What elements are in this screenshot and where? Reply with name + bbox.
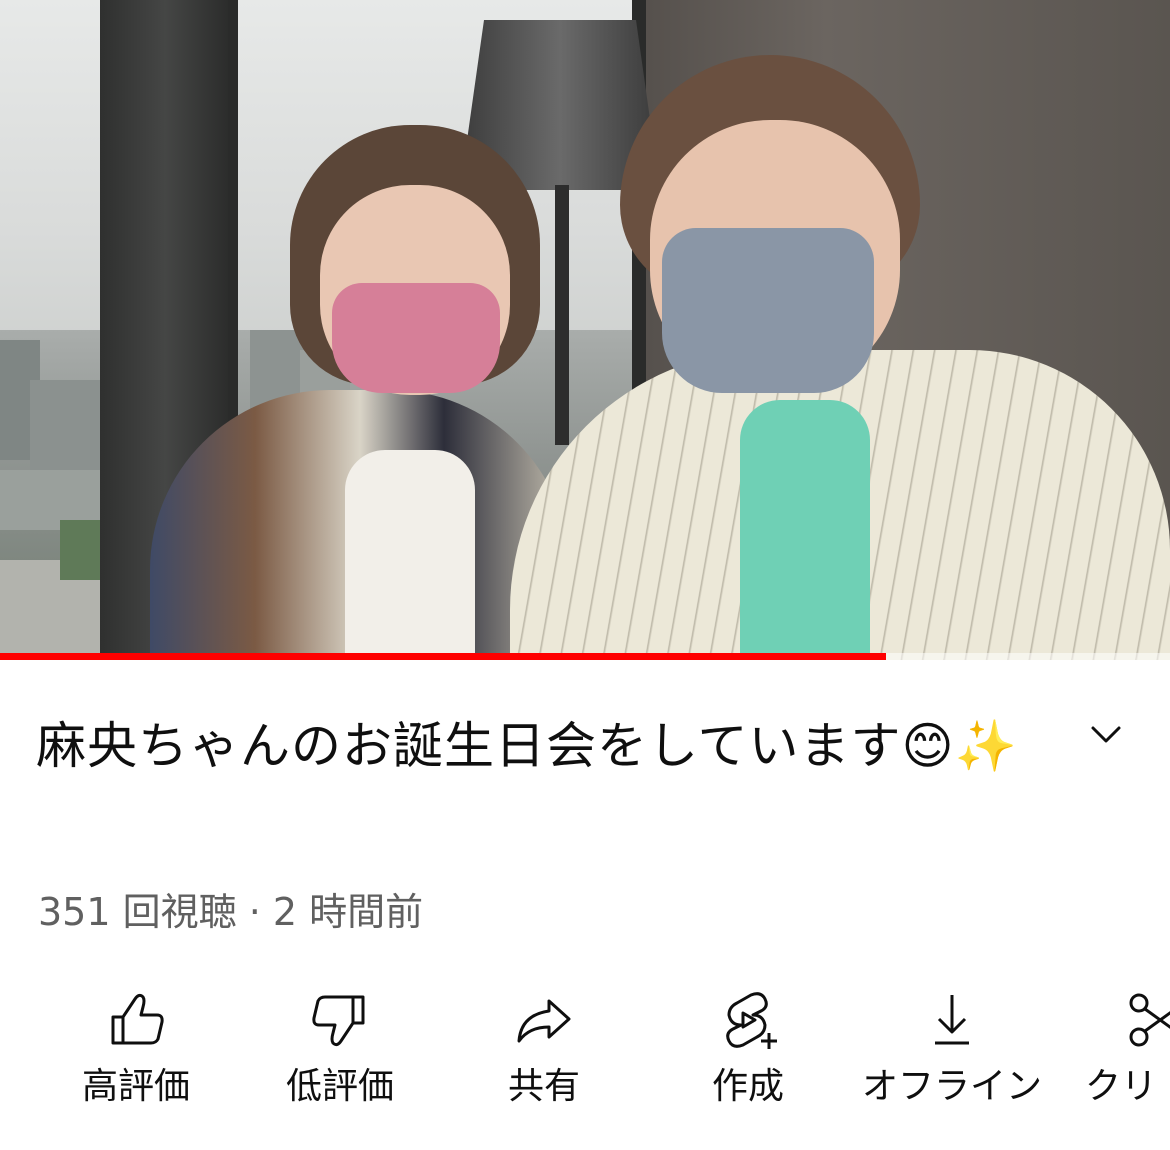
video-player[interactable] <box>0 0 1170 660</box>
video-title[interactable]: 麻央ちゃんのお誕生日会をしています😊✨ <box>36 706 1046 786</box>
download-button[interactable]: オフライン <box>852 975 1052 1125</box>
like-button[interactable]: 高評価 <box>36 975 236 1125</box>
view-count: 351 回視聴 <box>38 890 237 934</box>
dislike-label: 低評価 <box>285 1066 394 1107</box>
meta-separator: · <box>248 890 261 934</box>
clip-button[interactable]: クリ <box>1040 975 1170 1125</box>
clip-label: クリ <box>1085 1066 1158 1107</box>
upload-time: 2 時間前 <box>272 890 424 934</box>
expand-description-button[interactable] <box>1080 715 1132 755</box>
video-meta[interactable]: 351 回視聴 · 2 時間前 <box>38 884 423 940</box>
scissors-icon <box>1129 993 1170 1047</box>
action-bar: 高評価 低評価 共有 作成 オフライン クリ <box>0 975 1170 1125</box>
create-button[interactable]: 作成 <box>648 975 848 1125</box>
share-button[interactable]: 共有 <box>444 975 644 1125</box>
create-shorts-icon <box>726 992 777 1049</box>
download-icon <box>935 995 969 1045</box>
video-progress-bar[interactable] <box>0 653 1170 660</box>
video-progress-played <box>0 653 886 660</box>
download-label: オフライン <box>861 1066 1042 1107</box>
create-label: 作成 <box>711 1066 784 1107</box>
chevron-down-icon <box>1091 726 1121 743</box>
share-icon <box>517 999 571 1043</box>
dislike-button[interactable]: 低評価 <box>240 975 440 1125</box>
thumbs-down-icon <box>312 995 365 1047</box>
video-frame <box>0 0 1170 660</box>
like-label: 高評価 <box>81 1066 190 1107</box>
share-label: 共有 <box>507 1066 580 1107</box>
thumbs-up-icon <box>111 993 164 1045</box>
